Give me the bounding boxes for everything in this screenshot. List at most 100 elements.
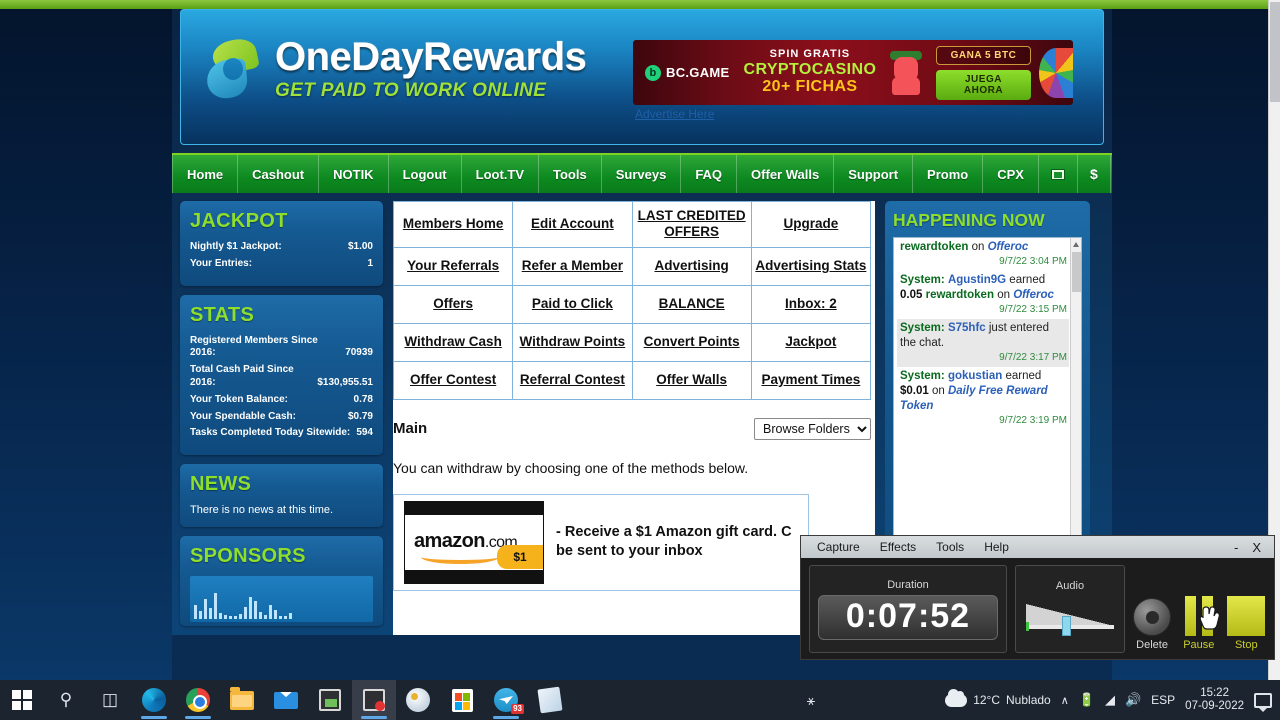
menu-row: Offers Paid to Click BALANCE Inbox: 2 bbox=[392, 284, 872, 324]
menu-link-referral-contest[interactable]: Referral Contest bbox=[520, 372, 625, 388]
audio-group: Audio bbox=[1015, 565, 1125, 653]
mail-icon bbox=[1050, 168, 1065, 180]
nav-item-cpx[interactable]: CPX bbox=[983, 155, 1039, 193]
close-button[interactable]: X bbox=[1245, 540, 1268, 555]
stats-row-label: Registered Members Since 2016: bbox=[190, 334, 318, 359]
amazon-gift-card-option[interactable]: amazon.com $1 - Receive a $1 Amazon gift… bbox=[393, 493, 809, 591]
photos-button[interactable] bbox=[308, 680, 352, 720]
nav-item-support[interactable]: Support bbox=[834, 155, 914, 193]
recorder-menu-effects[interactable]: Effects bbox=[870, 540, 926, 554]
ad-copy: SPIN GRATIS CRYPTOCASINO 20+ FICHAS bbox=[743, 48, 877, 95]
menu-link-balance[interactable]: BALANCE bbox=[659, 296, 725, 312]
search-button[interactable]: ⚲ bbox=[44, 680, 88, 720]
menu-link-paid-to-click[interactable]: Paid to Click bbox=[532, 296, 613, 312]
menu-cell: Withdraw Points bbox=[512, 322, 633, 362]
browse-folders-select[interactable]: Browse Folders bbox=[754, 417, 871, 440]
action-center-icon[interactable] bbox=[1254, 692, 1272, 712]
recorder-button[interactable] bbox=[352, 680, 396, 720]
chat-username: S75hfc bbox=[947, 321, 986, 334]
recorder-menu-tools[interactable]: Tools bbox=[926, 540, 974, 554]
advertise-here-link[interactable]: Advertise Here bbox=[635, 107, 714, 121]
chat-username: gokustian bbox=[947, 369, 1003, 382]
stats-row-label: Your Token Balance: bbox=[190, 393, 288, 405]
show-hidden-icons-button[interactable]: ∧ bbox=[1061, 694, 1069, 707]
task-view-button[interactable]: ◫ bbox=[88, 680, 132, 720]
page-title: Main bbox=[393, 420, 428, 438]
nav-item-faq[interactable]: FAQ bbox=[681, 155, 738, 193]
weather-widget[interactable]: 12°C Nublado bbox=[945, 688, 1051, 707]
people-icon[interactable]: ⚹ bbox=[807, 692, 815, 709]
weather-temperature: 12°C bbox=[973, 693, 1001, 707]
menu-link-your-referrals[interactable]: Your Referrals bbox=[407, 258, 499, 274]
menu-link-upgrade[interactable]: Upgrade bbox=[783, 216, 838, 232]
main-section-header: Main Browse Folders bbox=[393, 417, 875, 440]
menu-link-withdraw-cash[interactable]: Withdraw Cash bbox=[404, 334, 501, 350]
nav-item-loottv[interactable]: Loot.TV bbox=[462, 155, 540, 193]
volume-icon[interactable]: 🔊 bbox=[1125, 692, 1141, 708]
nav-item-promo[interactable]: Promo bbox=[913, 155, 984, 193]
nav-item-logout[interactable]: Logout bbox=[389, 155, 462, 193]
menu-link-members-home[interactable]: Members Home bbox=[403, 216, 504, 232]
amazon-smile-icon bbox=[421, 550, 499, 564]
nav-item-dollar[interactable]: $ bbox=[1078, 155, 1111, 193]
nav-item-home[interactable]: Home bbox=[172, 155, 239, 193]
nav-item-surveys[interactable]: Surveys bbox=[602, 155, 682, 193]
menu-link-advertising-stats[interactable]: Advertising Stats bbox=[755, 258, 866, 274]
stats-row-label: Tasks Completed Today Sitewide: bbox=[190, 427, 351, 439]
stop-button[interactable]: Stop bbox=[1227, 565, 1266, 653]
telegram-button[interactable]: 93 bbox=[484, 680, 528, 720]
nav-item-offer-walls[interactable]: Offer Walls bbox=[737, 155, 835, 193]
stats-panel: STATS Registered Members Since 2016: 709… bbox=[180, 294, 383, 456]
menu-link-refer-a-member[interactable]: Refer a Member bbox=[522, 258, 623, 274]
recorder-menu-capture[interactable]: Capture bbox=[807, 540, 870, 554]
sponsor-banner[interactable] bbox=[190, 576, 373, 623]
jackpot-row-label: Your Entries: bbox=[190, 257, 253, 269]
pause-button[interactable]: Pause bbox=[1179, 565, 1218, 653]
menu-link-convert-points[interactable]: Convert Points bbox=[644, 334, 740, 350]
notes-button[interactable] bbox=[528, 680, 572, 720]
delete-button[interactable]: Delete bbox=[1133, 565, 1172, 653]
paint-button[interactable] bbox=[396, 680, 440, 720]
menu-link-last-credited-offers[interactable]: LAST CREDITED OFFERS bbox=[636, 208, 748, 239]
chat-scroll-up-icon[interactable] bbox=[1073, 242, 1079, 247]
minimize-button[interactable]: - bbox=[1227, 540, 1245, 555]
nav-item-tools[interactable]: Tools bbox=[539, 155, 602, 193]
brand-tagline: GET PAID TO WORK ONLINE bbox=[275, 80, 547, 101]
menu-cell: Upgrade bbox=[750, 201, 872, 248]
nav-item-cashout[interactable]: Cashout bbox=[238, 155, 320, 193]
menu-link-inbox[interactable]: Inbox: 2 bbox=[785, 296, 837, 312]
battery-icon[interactable]: 🔋 bbox=[1079, 692, 1095, 708]
edge-button[interactable] bbox=[132, 680, 176, 720]
ad-cta-button[interactable]: JUEGA AHORA bbox=[936, 69, 1031, 100]
store-button[interactable] bbox=[440, 680, 484, 720]
audio-slider-handle[interactable] bbox=[1062, 616, 1071, 636]
language-indicator[interactable]: ESP bbox=[1151, 693, 1175, 707]
ad-banner[interactable]: b BC.GAME SPIN GRATIS CRYPTOCASINO 20+ F… bbox=[633, 40, 1073, 105]
audio-level-slider[interactable] bbox=[1022, 596, 1118, 638]
ad-brand: b BC.GAME bbox=[645, 64, 730, 81]
menu-link-edit-account[interactable]: Edit Account bbox=[531, 216, 614, 232]
scrollbar-thumb[interactable] bbox=[1270, 2, 1280, 102]
mail-button[interactable] bbox=[264, 680, 308, 720]
start-button[interactable] bbox=[0, 680, 44, 720]
bc-game-logo-icon: b bbox=[645, 64, 661, 81]
menu-link-offers[interactable]: Offers bbox=[433, 296, 473, 312]
menu-link-payment-times[interactable]: Payment Times bbox=[761, 372, 860, 388]
recorder-menu-help[interactable]: Help bbox=[974, 540, 1019, 554]
chat-scrollbar-thumb[interactable] bbox=[1072, 252, 1081, 292]
wifi-icon[interactable]: ◢ bbox=[1105, 692, 1115, 708]
menu-link-advertising[interactable]: Advertising bbox=[654, 258, 728, 274]
menu-link-jackpot[interactable]: Jackpot bbox=[785, 334, 836, 350]
nav-item-notik[interactable]: NOTIK bbox=[319, 155, 389, 193]
menu-link-withdraw-points[interactable]: Withdraw Points bbox=[520, 334, 626, 350]
chrome-button[interactable] bbox=[176, 680, 220, 720]
menu-cell: Inbox: 2 bbox=[750, 284, 872, 324]
chat-message: System: Agustin9G earned 0.05 rewardtoke… bbox=[897, 271, 1069, 319]
member-menu-grid: Members Home Edit Account LAST CREDITED … bbox=[392, 201, 872, 400]
clock[interactable]: 15:22 07-09-2022 bbox=[1185, 687, 1244, 713]
menu-link-offer-walls[interactable]: Offer Walls bbox=[656, 372, 727, 388]
nav-item-mail[interactable] bbox=[1039, 155, 1078, 193]
file-explorer-button[interactable] bbox=[220, 680, 264, 720]
menu-link-offer-contest[interactable]: Offer Contest bbox=[410, 372, 496, 388]
ad-line-2: CRYPTOCASINO bbox=[743, 61, 877, 79]
